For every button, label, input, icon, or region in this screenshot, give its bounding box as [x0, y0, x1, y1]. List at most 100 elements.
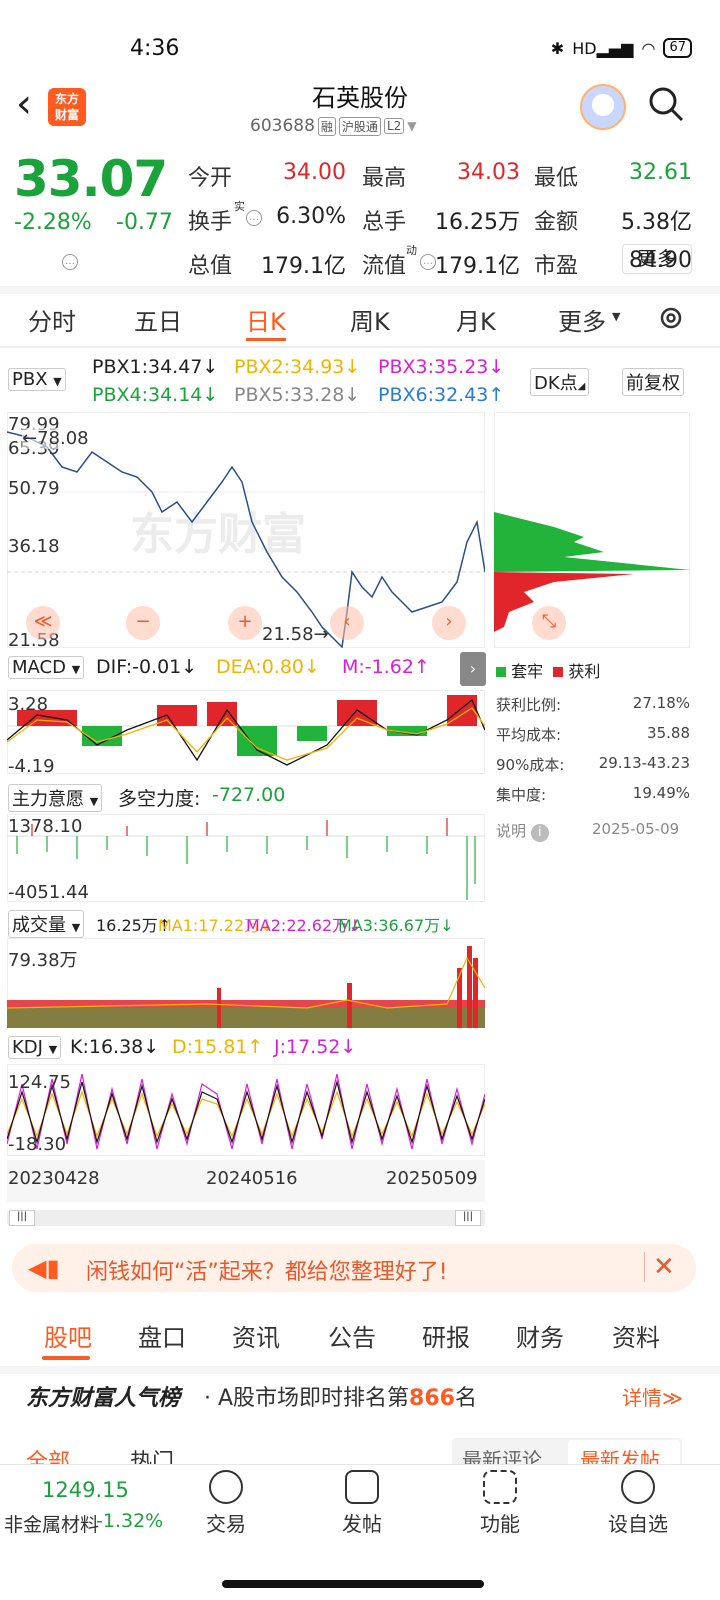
index-value[interactable]: 1249.15 — [42, 1478, 129, 1502]
macd-selector-label: MACD — [12, 657, 66, 678]
content-tab[interactable]: 盘口 — [138, 1318, 186, 1353]
kdj-selector[interactable]: KDJ ▼ — [8, 1036, 62, 1059]
quote-label: 总手 — [362, 210, 407, 235]
content-tab[interactable]: 资讯 — [232, 1318, 280, 1353]
content-tab[interactable]: 股吧 — [44, 1318, 92, 1353]
quote-label: 总值 — [188, 254, 233, 279]
nav-trade[interactable]: 交易 — [186, 1470, 266, 1537]
main-force-selector[interactable]: 主力意愿 ▼ — [8, 784, 103, 812]
main-force-y-bottom: -4051.44 — [8, 882, 89, 903]
expand-side-button[interactable]: › — [460, 652, 486, 686]
trapped-swatch — [496, 667, 506, 677]
chevron-down-icon: ▼ — [407, 119, 417, 133]
content-tab[interactable]: 财务 — [516, 1318, 564, 1353]
assistant-robot-icon[interactable] — [580, 84, 626, 130]
step-left-button[interactable]: ‹ — [330, 606, 364, 640]
volume-chart — [7, 946, 485, 1028]
quote-value: 5.38亿 — [621, 210, 692, 235]
dk-point-button[interactable]: DK点◢ — [530, 368, 590, 396]
info-circle-icon[interactable]: … — [246, 210, 262, 226]
period-tab[interactable]: 更多 — [558, 302, 606, 337]
info-circle-icon[interactable]: … — [62, 254, 78, 270]
content-tab[interactable]: 资料 — [612, 1318, 660, 1353]
quote-value: 34.00 — [283, 160, 346, 185]
zoom-out-button[interactable]: − — [126, 606, 160, 640]
adjust-button[interactable]: 前复权 — [622, 368, 684, 396]
dk-label: DK点 — [534, 373, 578, 394]
kdj-selector-label: KDJ — [12, 1037, 43, 1058]
settings-icon[interactable] — [656, 303, 686, 333]
nav-watchlist[interactable]: 设自选 — [598, 1470, 678, 1537]
stock-code: 603688 — [250, 116, 315, 136]
more-quote-button[interactable]: 更多 — [622, 244, 692, 274]
range-handle-left[interactable]: ||| — [9, 1210, 35, 1226]
main-force-label: 多空力度: — [118, 788, 201, 810]
content-tab[interactable]: 公告 — [328, 1318, 376, 1353]
change-percent: -2.28% — [14, 210, 92, 235]
range-handle-right[interactable]: ||| — [455, 1210, 481, 1226]
info-circle-icon[interactable]: … — [420, 254, 436, 270]
rank-brand: 东方财富人气榜 — [26, 1386, 181, 1411]
tag-market: 沪股通 — [338, 116, 381, 136]
status-icons: ✱ HD▂▄▆ ◠ 67 — [551, 38, 692, 58]
macd-selector[interactable]: MACD ▼ — [8, 656, 85, 679]
wifi-icon: ◠ — [641, 38, 656, 58]
kline-min-value: 21.58 — [262, 624, 314, 645]
caret-down-icon: ▼ — [89, 795, 99, 808]
pbx-selector[interactable]: PBX ▼ — [8, 368, 66, 391]
stock-code-row[interactable]: 603688 融 沪股通 L2 ▼ — [250, 116, 417, 136]
close-icon[interactable]: ✕ — [644, 1252, 675, 1282]
volume-selector[interactable]: 成交量 ▼ — [8, 910, 85, 938]
rank-detail-link[interactable]: 详情≫ — [622, 1382, 683, 1411]
active-tab-underline — [246, 338, 286, 341]
status-time: 4:36 — [130, 36, 180, 61]
quote-label: 流值 — [362, 254, 407, 279]
chip-stat-value: 35.88 — [647, 724, 690, 742]
nav-functions[interactable]: 功能 — [460, 1470, 540, 1537]
tag-rong: 融 — [317, 116, 336, 136]
range-scrollbar[interactable] — [7, 1210, 485, 1226]
search-icon[interactable] — [648, 86, 684, 122]
content-tab-underline — [42, 1356, 90, 1360]
megaphone-icon: ◀▮ — [28, 1254, 60, 1282]
quote-value: 34.03 — [457, 160, 520, 185]
period-tab[interactable]: 五日 — [134, 302, 182, 337]
period-tab[interactable]: 日K — [246, 302, 286, 337]
index-name[interactable]: 非金属材料 — [4, 1510, 99, 1537]
macd-y-top: 3.28 — [8, 694, 49, 715]
nav-functions-label: 功能 — [480, 1512, 520, 1536]
kdj-k: K:16.38↓ — [70, 1036, 160, 1058]
zoom-in-button[interactable]: + — [228, 606, 262, 640]
chip-stat-value: 27.18% — [632, 694, 690, 712]
macd-y-bottom: -4.19 — [8, 756, 55, 777]
kline-max-value: 78.08 — [37, 428, 89, 449]
chip-note-label: 说明 — [496, 822, 527, 840]
macd-dea: DEA:0.80↓ — [216, 656, 320, 678]
corner-icon: ◢ — [577, 381, 586, 392]
chip-legend: 套牢 获利 — [496, 658, 600, 682]
kline-max-label: ←78.08 — [22, 428, 89, 449]
chip-stat-value: 29.13-43.23 — [598, 754, 690, 772]
caret-down-icon: ▼ — [71, 663, 81, 676]
step-right-button[interactable]: › — [432, 606, 466, 640]
kline-y-mid: 50.79 — [8, 478, 60, 499]
chip-stats: 获利比例: 27.18% 平均成本: 35.88 90%成本: 29.13-43.23… — [496, 694, 690, 814]
expand-icon[interactable]: ⤡ — [532, 606, 566, 640]
pbx-item-3: PBX3:35.23↓ — [378, 356, 505, 378]
rank-text-pre: · A股市场即时排名第 — [204, 1386, 410, 1411]
chip-note-button[interactable]: 说明 i — [496, 820, 549, 842]
period-tab[interactable]: 周K — [350, 302, 390, 337]
quote-value: 179.1亿 — [261, 254, 346, 279]
kdj-d: D:15.81↑ — [172, 1036, 264, 1058]
nav-trade-label: 交易 — [206, 1512, 246, 1536]
quote-value: 179.1亿 — [435, 254, 520, 279]
scroll-left-button[interactable]: ≪ — [26, 606, 60, 640]
grid-icon — [483, 1470, 517, 1504]
chip-stat-label: 平均成本: — [496, 726, 562, 744]
period-tab[interactable]: 分时 — [28, 302, 76, 337]
period-tab[interactable]: 月K — [456, 302, 496, 337]
content-tab[interactable]: 研报 — [422, 1318, 470, 1353]
nav-post[interactable]: 发帖 — [322, 1470, 402, 1537]
quote-value: 16.25万 — [435, 210, 520, 235]
ad-text: 闲钱如何“活”起来？都给您整理好了! — [86, 1260, 448, 1285]
